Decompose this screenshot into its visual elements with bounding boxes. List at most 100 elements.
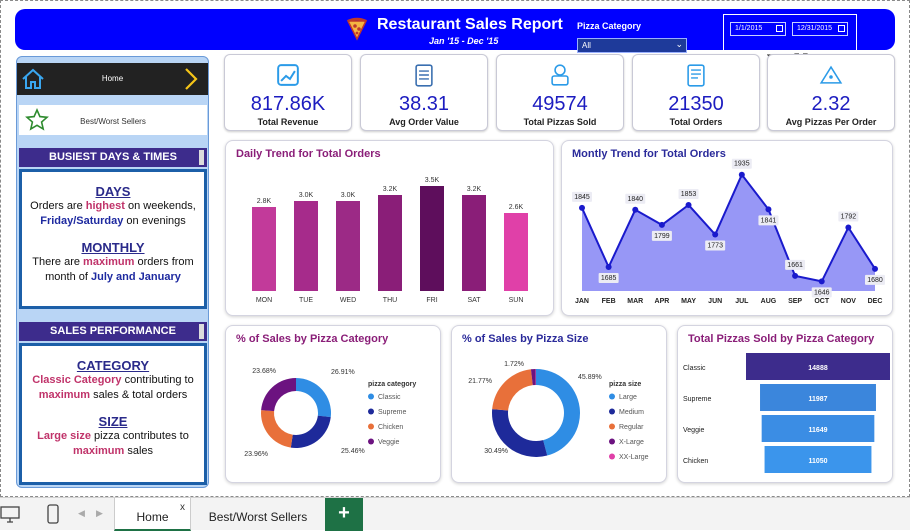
mobile-view-icon[interactable] — [46, 504, 60, 524]
x-tick-label: JUL — [735, 298, 749, 305]
slice-label: 30.49% — [484, 448, 508, 455]
nav-best-worst-label: Best/Worst Sellers — [19, 117, 207, 126]
data-point — [872, 266, 878, 272]
daily-trend-panel: Daily Trend for Total Orders 2.8KMON3.0K… — [225, 140, 554, 316]
bar-data-label: 3.0K — [299, 192, 314, 199]
bar-data-label: 3.2K — [467, 186, 482, 193]
size-line-1: Large size pizza contributes to — [22, 429, 204, 444]
x-tick-label: AUG — [761, 298, 777, 305]
performance-header-text: SALES PERFORMANCE — [50, 325, 176, 337]
x-tick-label: NOV — [841, 298, 857, 305]
x-tick-label: THU — [383, 297, 397, 304]
performance-header: SALES PERFORMANCE — [19, 322, 207, 341]
donut-slice — [492, 369, 533, 410]
data-point — [712, 232, 718, 238]
days-heading: DAYS — [22, 184, 204, 199]
funnel-category: Veggie — [683, 427, 705, 434]
days-line-1: Orders are highest on weekends, — [22, 199, 204, 214]
legend-item: X-Large — [619, 439, 644, 446]
legend-item: Veggie — [378, 439, 400, 446]
monthly-trend-panel: Montly Trend for Total Orders 1845JAN168… — [561, 140, 893, 316]
add-page-button[interactable]: + — [325, 498, 363, 531]
slicer-dropdown[interactable]: All ⌄ — [577, 38, 687, 53]
legend-marker — [368, 439, 374, 445]
nav-home-button[interactable]: Home — [17, 63, 208, 95]
x-tick-label: WED — [340, 297, 356, 304]
size-donut-chart: 45.89%30.49%21.77%1.72%pizza sizeLargeMe… — [452, 326, 668, 484]
tab-home-label: Home — [136, 510, 168, 524]
data-label: 1799 — [654, 233, 670, 240]
report-title: Restaurant Sales Report — [377, 16, 563, 34]
busiest-header-text: BUSIEST DAYS & TIMES — [49, 151, 177, 163]
desktop-view-icon[interactable] — [0, 506, 20, 524]
plus-icon: + — [338, 502, 350, 524]
legend-item: Large — [619, 394, 637, 401]
tab-home[interactable]: Home x — [114, 498, 191, 531]
slice-label: 23.96% — [244, 451, 268, 458]
kpi-avg-pizzas-per-order: 2.32 Avg Pizzas Per Order — [767, 54, 895, 131]
bar — [252, 207, 276, 291]
performance-insights: CATEGORY Classic Category contributing t… — [19, 343, 207, 485]
kpi-value: 817.86K — [225, 93, 351, 116]
data-point — [792, 273, 798, 279]
close-icon[interactable]: x — [180, 502, 185, 513]
data-point — [819, 278, 825, 284]
donut-slice — [261, 378, 296, 411]
chevron-right-icon — [183, 67, 199, 91]
pizza-category-slicer[interactable]: Pizza Category All ⌄ — [577, 21, 689, 55]
grip-handle — [199, 324, 204, 339]
size-line-2: maximum sales — [22, 444, 204, 459]
bar — [336, 201, 360, 291]
slice-label: 45.89% — [578, 374, 602, 381]
bar-data-label: 2.8K — [257, 198, 272, 205]
report-header: Restaurant Sales Report Jan '15 - Dec '1… — [15, 9, 895, 50]
date-end-input[interactable]: 12/31/2015 — [792, 22, 848, 36]
calendar-icon — [838, 25, 845, 32]
slice-label: 21.77% — [468, 378, 492, 385]
data-point — [579, 205, 585, 211]
x-tick-label: SUN — [509, 297, 524, 304]
data-label: 1773 — [707, 243, 723, 250]
legend-item: Medium — [619, 409, 644, 416]
x-tick-label: FEB — [602, 298, 616, 305]
kpi-avg-order-value: 38.31 Avg Order Value — [360, 54, 488, 131]
kpi-value: 21350 — [633, 93, 759, 116]
kpi-total-orders: 21350 Total Orders — [632, 54, 760, 131]
prev-page-icon[interactable]: ◀ — [78, 508, 85, 519]
donut-slice — [261, 410, 293, 448]
legend-marker — [368, 409, 374, 415]
data-point — [686, 202, 692, 208]
category-heading: CATEGORY — [22, 358, 204, 373]
funnel-value: 14888 — [808, 365, 828, 372]
title-block: Restaurant Sales Report Jan '15 - Dec '1… — [345, 15, 565, 47]
legend-marker — [609, 454, 615, 460]
slice-label: 26.91% — [331, 369, 355, 376]
legend-title: pizza size — [609, 381, 641, 388]
monthly-line-2: month of July and January — [22, 270, 204, 285]
chevron-down-icon: ⌄ — [675, 39, 683, 50]
data-label: 1661 — [787, 262, 803, 269]
data-point — [765, 206, 771, 212]
date-start-input[interactable]: 1/1/2015 — [730, 22, 786, 36]
kpi-label: Total Orders — [633, 117, 759, 127]
busiest-header: BUSIEST DAYS & TIMES — [19, 148, 207, 167]
data-label: 1646 — [814, 289, 830, 296]
next-page-icon[interactable]: ▶ — [96, 508, 103, 519]
monthly-line-1: There are maximum orders from — [22, 255, 204, 270]
data-label: 1853 — [681, 191, 697, 198]
pizza-slice-icon — [768, 63, 894, 87]
legend-marker — [609, 424, 615, 430]
bar — [462, 195, 486, 291]
date-start-value: 1/1/2015 — [735, 25, 762, 32]
kpi-total-pizzas-sold: 49574 Total Pizzas Sold — [496, 54, 624, 131]
category-line-2: maximum sales & total orders — [22, 388, 204, 403]
monthly-trend-chart: 1845JAN1685FEB1840MAR1799APR1853MAY1773J… — [562, 141, 894, 317]
nav-home-label: Home — [17, 74, 208, 83]
bar — [378, 195, 402, 291]
chart-icon — [225, 63, 351, 87]
daily-trend-chart: 2.8KMON3.0KTUE3.0KWED3.2KTHU3.5KFRI3.2KS… — [226, 141, 555, 317]
tab-best-worst-sellers[interactable]: Best/Worst Sellers — [193, 498, 323, 531]
nav-best-worst-button[interactable]: Best/Worst Sellers — [19, 105, 207, 135]
x-tick-label: MON — [256, 297, 272, 304]
funnel-category: Chicken — [683, 458, 708, 465]
